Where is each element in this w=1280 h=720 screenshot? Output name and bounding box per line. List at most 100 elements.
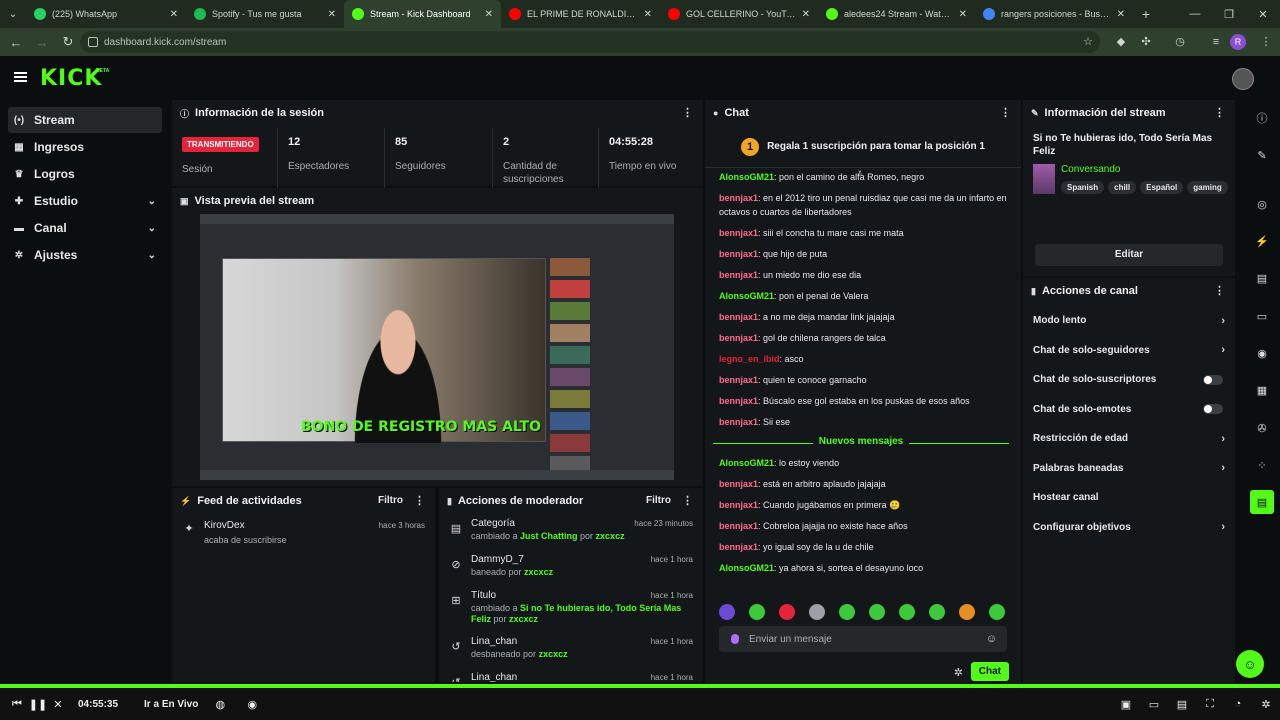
browser-tab[interactable]: aledees24 Stream - Watch Live ✕	[818, 0, 975, 28]
user-avatar[interactable]	[1232, 68, 1254, 90]
channel-action-item[interactable]: Restricción de edad ›	[1023, 424, 1235, 454]
chat-input[interactable]: Enviar un mensaje ☺	[719, 626, 1007, 652]
chat-username[interactable]: bennjax1	[719, 270, 758, 280]
chat-username[interactable]: bennjax1	[719, 500, 758, 510]
mod-filter-button[interactable]: Filtro	[646, 495, 671, 506]
stream-tag[interactable]: Spanish	[1061, 181, 1105, 194]
broadcast-rail-icon[interactable]: ◉	[1250, 341, 1274, 365]
chat-username[interactable]: bennjax1	[719, 249, 758, 259]
chat-username[interactable]: bennjax1	[719, 375, 758, 385]
browser-tab[interactable]: EL PRIME DE RONALDINHO ✕	[501, 0, 660, 28]
sidebar-item-ingresos[interactable]: ▦ Ingresos	[8, 134, 162, 160]
chat-username[interactable]: AlonsoGM21	[719, 172, 774, 182]
emote-icon[interactable]	[869, 604, 885, 620]
channel-action-item[interactable]: Palabras baneadas ›	[1023, 454, 1235, 484]
mod-action-moderator[interactable]: zxcxcz	[539, 649, 568, 659]
channel-action-item[interactable]: Chat de solo-emotes	[1023, 395, 1235, 425]
sidebar-item-canal[interactable]: ▬ Canal ⌄	[8, 215, 162, 241]
chat-settings-icon[interactable]: ✲	[954, 666, 963, 679]
browser-tab[interactable]: Spotify - Tus me gusta ✕	[186, 0, 344, 28]
chat-username[interactable]: bennjax1	[719, 312, 758, 322]
minimize-icon[interactable]: —	[1178, 0, 1212, 28]
emote-icon[interactable]	[959, 604, 975, 620]
sidebar-item-estudio[interactable]: ✚ Estudio ⌄	[8, 188, 162, 214]
kick-player-icon[interactable]: ◍	[208, 688, 232, 720]
forward-icon[interactable]: →	[30, 30, 54, 54]
browser-tab[interactable]: Stream - Kick Dashboard ✕	[344, 0, 501, 28]
sidebar-item-ajustes[interactable]: ✲ Ajustes ⌄	[8, 242, 162, 268]
emote-icon[interactable]	[749, 604, 765, 620]
back-icon[interactable]: ←	[4, 30, 28, 54]
new-tab-button[interactable]: +	[1133, 6, 1159, 22]
stream-tag[interactable]: Español	[1140, 181, 1184, 194]
chat-username[interactable]: bennjax1	[719, 228, 758, 238]
reload-icon[interactable]: ↻	[56, 30, 80, 54]
emote-icon[interactable]	[809, 604, 825, 620]
pencil-rail-icon[interactable]: ✎	[1250, 143, 1274, 167]
emote-icon[interactable]	[989, 604, 1005, 620]
tab-close-icon[interactable]: ✕	[644, 9, 652, 20]
mod-action-moderator[interactable]: zxcxcz	[596, 531, 625, 541]
chat-more-icon[interactable]: ⋮	[1000, 106, 1011, 119]
target-rail-icon[interactable]: ◎	[1250, 192, 1274, 216]
info-rail-icon[interactable]: ⓘ	[1250, 106, 1274, 130]
tab-close-icon[interactable]: ✕	[170, 9, 178, 20]
channel-action-item[interactable]: Chat de solo-suscriptores	[1023, 365, 1235, 395]
microphone-icon[interactable]	[731, 634, 739, 644]
kick-logo[interactable]: KICK	[40, 66, 102, 91]
mod-more-icon[interactable]: ⋮	[682, 494, 693, 507]
chat-username[interactable]: bennjax1	[719, 193, 758, 203]
bookmark-star-icon[interactable]: ☆	[1080, 34, 1096, 50]
toggle-switch[interactable]	[1203, 404, 1223, 415]
stream-tag[interactable]: gaming	[1187, 181, 1228, 194]
emote-icon[interactable]	[839, 604, 855, 620]
emoji-icon[interactable]: ☺	[986, 633, 997, 645]
list-rail-icon[interactable]: ▤	[1250, 266, 1274, 290]
recording-icon[interactable]: ◉	[240, 688, 264, 720]
channel-action-item[interactable]: Modo lento ›	[1023, 306, 1235, 336]
chat-username[interactable]: AlonsoGM21	[719, 458, 774, 468]
chat-username[interactable]: AlonsoGM21	[719, 291, 774, 301]
stream-preview-video[interactable]: BONO DE REGISTRO MAS ALTO	[200, 214, 674, 480]
session-more-icon[interactable]: ⋮	[682, 106, 693, 119]
toggle-switch[interactable]	[1203, 374, 1223, 385]
browser-menu-icon[interactable]: ⋮	[1258, 34, 1274, 50]
stream-info-more-icon[interactable]: ⋮	[1214, 106, 1225, 119]
tab-close-icon[interactable]: ✕	[959, 9, 967, 20]
emote-icon[interactable]	[899, 604, 915, 620]
mod-action-moderator[interactable]: zxcxcz	[524, 567, 553, 577]
go-live-button[interactable]: Ir a En Vivo	[144, 699, 198, 710]
tab-close-icon[interactable]: ✕	[802, 9, 810, 20]
history-icon[interactable]: ◷	[1172, 34, 1188, 50]
browser-tab[interactable]: rangers posiciones - Buscar con ✕	[975, 0, 1133, 28]
dots-rail-icon[interactable]: ⁘	[1250, 453, 1274, 477]
channel-action-item[interactable]: Hostear canal	[1023, 483, 1235, 513]
site-info-icon[interactable]	[88, 37, 98, 47]
chat-username[interactable]: bennjax1	[719, 521, 758, 531]
chat-username[interactable]: legno_en_ibid	[719, 354, 780, 364]
edit-stream-button[interactable]: Editar	[1035, 244, 1223, 266]
chat-username[interactable]: AlonsoGM21	[719, 563, 774, 573]
emote-icon[interactable]	[719, 604, 735, 620]
clapper-rail-icon[interactable]: ▤	[1250, 490, 1274, 514]
emote-icon[interactable]	[929, 604, 945, 620]
channel-action-item[interactable]: Chat de solo-seguidores ›	[1023, 336, 1235, 366]
address-bar[interactable]: dashboard.kick.com/stream	[80, 31, 1100, 53]
chat-username[interactable]: bennjax1	[719, 417, 758, 427]
profile-avatar[interactable]: R	[1230, 34, 1246, 50]
chat-username[interactable]: bennjax1	[719, 333, 758, 343]
chat-rail-icon[interactable]: ▭	[1250, 304, 1274, 328]
extension-icon[interactable]: ◆	[1113, 34, 1129, 50]
gift-subscription-banner[interactable]: 1 Regala 1 suscripción para tomar la pos…	[705, 126, 1021, 168]
help-chat-icon[interactable]: ☺	[1236, 650, 1264, 678]
lightning-rail-icon[interactable]: ⚡	[1250, 229, 1274, 253]
channel-actions-more-icon[interactable]: ⋮	[1214, 284, 1225, 297]
player-settings-icon[interactable]: ✲	[1252, 688, 1280, 720]
speed-icon[interactable]: ◔	[1224, 688, 1252, 720]
theater-mode-icon[interactable]: ▣	[1112, 688, 1140, 720]
chat-username[interactable]: bennjax1	[719, 479, 758, 489]
chat-overlay-icon[interactable]: ▭	[1140, 688, 1168, 720]
hamburger-menu-icon[interactable]	[14, 72, 27, 82]
chat-send-button[interactable]: Chat	[970, 662, 1009, 681]
fullscreen-icon[interactable]: ⛶	[1196, 688, 1224, 720]
